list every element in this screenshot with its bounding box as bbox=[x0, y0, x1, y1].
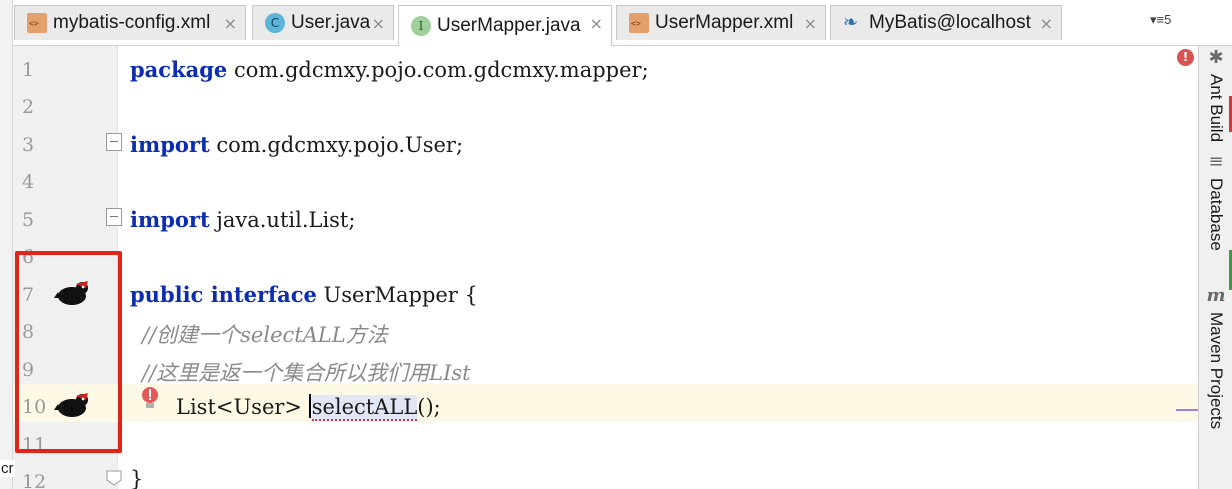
class-icon: C bbox=[265, 13, 285, 33]
line-number: 5 bbox=[22, 209, 35, 231]
code-comment: //创建一个selectALL方法 bbox=[142, 323, 388, 347]
tab-label: User.java bbox=[291, 12, 371, 33]
tool-label: Database bbox=[1207, 178, 1226, 251]
tab-usermapper-java[interactable]: I UserMapper.java × bbox=[398, 5, 612, 46]
tab-user-java[interactable]: C User.java × bbox=[252, 5, 394, 40]
tab-label: mybatis-config.xml bbox=[53, 12, 211, 33]
tab-label: MyBatis@localhost bbox=[869, 12, 1031, 33]
close-icon[interactable]: × bbox=[804, 14, 817, 33]
close-icon[interactable]: × bbox=[590, 14, 603, 33]
ant-build-tool-button[interactable]: ✱ Ant Build bbox=[1199, 46, 1232, 142]
database-tool-button[interactable]: ≡ Database bbox=[1199, 150, 1232, 251]
tool-label: Ant Build bbox=[1207, 74, 1226, 143]
left-fringe bbox=[0, 46, 13, 489]
database-icon: ❧ bbox=[843, 12, 859, 33]
ant-icon: ✱ bbox=[1208, 47, 1224, 68]
xml-file-icon bbox=[629, 13, 649, 33]
code-text: java.util.List; bbox=[209, 208, 356, 232]
maven-icon: m bbox=[1206, 285, 1226, 306]
error-stripe-mark[interactable] bbox=[1176, 409, 1198, 411]
code-line: } bbox=[130, 467, 144, 489]
close-icon[interactable]: × bbox=[372, 14, 385, 33]
code-text: UserMapper { bbox=[316, 283, 478, 307]
editor-tab-bar: mybatis-config.xml × C User.java × I Use… bbox=[0, 0, 1232, 46]
text-caret bbox=[308, 394, 311, 418]
code-text: com.gdcmxy.pojo.User; bbox=[209, 133, 464, 157]
line-number: 2 bbox=[22, 96, 35, 118]
code-editor[interactable] bbox=[118, 46, 1198, 489]
clipped-panel-text: cr bbox=[0, 460, 15, 477]
line-number: 3 bbox=[22, 134, 35, 156]
tool-label: Maven Projects bbox=[1207, 312, 1226, 430]
highlight-box bbox=[15, 251, 122, 453]
maven-projects-tool-button[interactable]: m Maven Projects bbox=[1199, 284, 1232, 429]
error-indicator-icon[interactable]: ! bbox=[1177, 49, 1194, 66]
right-tool-strip: ✱ Ant Build ≡ Database m Maven Projects bbox=[1198, 46, 1232, 489]
tab-overflow-button[interactable]: ▾≡5 bbox=[1150, 12, 1171, 28]
code-text: (); bbox=[417, 395, 441, 419]
fold-marker[interactable] bbox=[106, 133, 122, 151]
keyword: import bbox=[130, 207, 210, 232]
tab-mybatis-config-xml[interactable]: mybatis-config.xml × bbox=[14, 5, 246, 40]
line-number: 1 bbox=[22, 59, 35, 81]
tab-overflow-count: 5 bbox=[1164, 12, 1172, 27]
fold-end-marker[interactable] bbox=[106, 470, 122, 486]
line-number: 12 bbox=[22, 471, 47, 489]
interface-icon: I bbox=[411, 16, 431, 36]
method-name[interactable]: selectALL bbox=[311, 395, 418, 421]
code-line: import java.util.List; bbox=[130, 207, 355, 232]
keyword: import bbox=[130, 132, 210, 157]
xml-file-icon bbox=[27, 13, 47, 33]
code-line: List<User> selectALL(); bbox=[176, 394, 441, 421]
tab-mybatis-localhost[interactable]: ❧ MyBatis@localhost × bbox=[830, 5, 1062, 40]
close-icon[interactable]: × bbox=[224, 14, 237, 33]
code-comment: //这里是返一个集合所以我们用LIst bbox=[142, 361, 471, 385]
code-line: package com.gdcmxy.pojo.com.gdcmxy.mappe… bbox=[130, 57, 649, 82]
code-line: public interface UserMapper { bbox=[130, 282, 478, 307]
database-icon: ≡ bbox=[1208, 151, 1224, 172]
return-type: List<User> bbox=[176, 395, 309, 419]
keyword: public interface bbox=[130, 282, 317, 307]
fold-marker[interactable] bbox=[106, 208, 122, 226]
tab-bar-left-strip bbox=[0, 0, 13, 46]
keyword: package bbox=[130, 57, 228, 82]
tab-label: UserMapper.java bbox=[437, 15, 581, 36]
tab-list-icon: ▾≡ bbox=[1150, 12, 1165, 27]
error-bulb-icon[interactable] bbox=[140, 386, 160, 412]
close-icon[interactable]: × bbox=[1040, 14, 1053, 33]
line-number: 4 bbox=[22, 171, 35, 193]
code-text: com.gdcmxy.pojo.com.gdcmxy.mapper; bbox=[227, 58, 649, 82]
tab-label: UserMapper.xml bbox=[655, 12, 794, 33]
tab-usermapper-xml[interactable]: UserMapper.xml × bbox=[616, 5, 826, 40]
code-line: import com.gdcmxy.pojo.User; bbox=[130, 132, 463, 157]
